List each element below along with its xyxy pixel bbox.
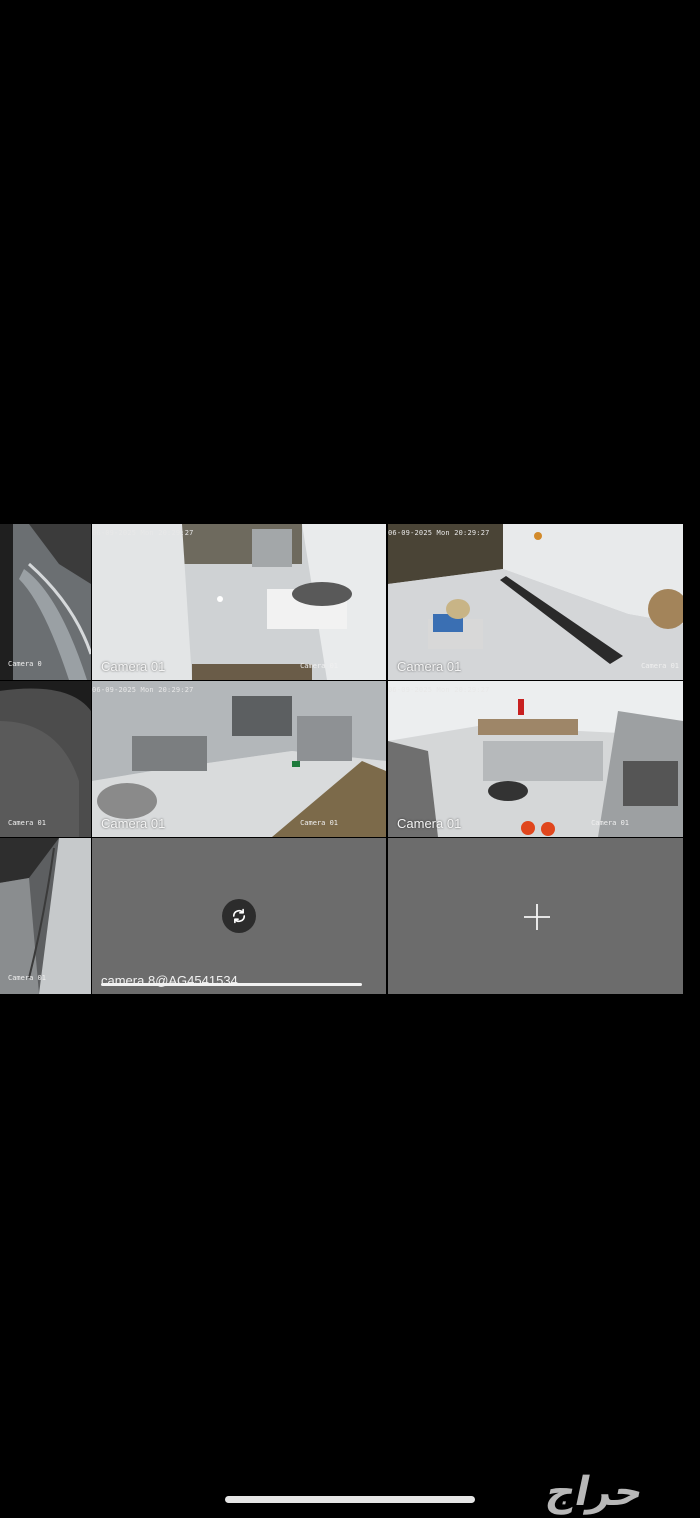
camera-grid: Camera 0 06-09-2025 Mon 20:29:27 Camera … [0,524,685,994]
camera-label: Camera 01 [397,659,462,674]
camera-osd-name: Camera 01 [641,662,679,670]
camera-osd-name: Camera 01 [8,974,46,982]
camera-tile-1[interactable]: Camera 0 [0,524,91,680]
camera-timestamp: 06-09-2025 Mon 20:29:27 [388,686,490,694]
camera-feed [0,524,91,680]
add-camera-tile[interactable] [388,838,683,994]
camera-feed [388,681,683,837]
plus-icon [524,904,550,930]
camera-feed [0,838,91,994]
add-camera-button[interactable] [522,902,552,932]
camera-timestamp: 06-09-2025 Mon 20:29:27 [388,529,490,537]
camera-tile-5[interactable]: 06-09-2025 Mon 20:29:27 Camera 01 Camera… [92,681,386,837]
camera-osd-name: Camera 01 [300,819,338,827]
camera-label: Camera 01 [101,816,166,831]
loading-progress-bar [101,983,370,986]
loading-progress-fill [101,983,362,986]
camera-tile-2[interactable]: 06-09-2025 Mon 20:29:27 Camera 01 Camera… [92,524,386,680]
camera-tile-4[interactable]: Camera 01 [0,681,91,837]
camera-osd-name: Camera 01 [591,819,629,827]
camera-feed [0,681,91,837]
camera-timestamp: 06-09-2025 Mon 20:29:27 [92,529,194,537]
camera-osd-name: Camera 01 [300,662,338,670]
camera-tile-6[interactable]: 06-09-2025 Mon 20:29:27 Camera 01 Camera… [388,681,683,837]
camera-tile-3[interactable]: 06-09-2025 Mon 20:29:27 Camera 01 Camera… [388,524,683,680]
camera-tile-7[interactable]: Camera 01 [0,838,91,994]
home-indicator[interactable] [225,1496,475,1503]
camera-label: Camera 01 [397,816,462,831]
reload-button[interactable] [222,899,256,933]
camera-timestamp: 06-09-2025 Mon 20:29:27 [92,686,194,694]
camera-feed [92,524,386,680]
camera-osd-name: Camera 01 [8,819,46,827]
refresh-icon [232,908,246,924]
camera-label: Camera 01 [101,659,166,674]
camera-osd-name: Camera 0 [8,660,42,668]
camera-feed [92,681,386,837]
watermark-logo: حراج [541,1469,649,1515]
camera-feed [388,524,683,680]
camera-tile-loading[interactable]: camera 8@AG4541534 [92,838,386,994]
